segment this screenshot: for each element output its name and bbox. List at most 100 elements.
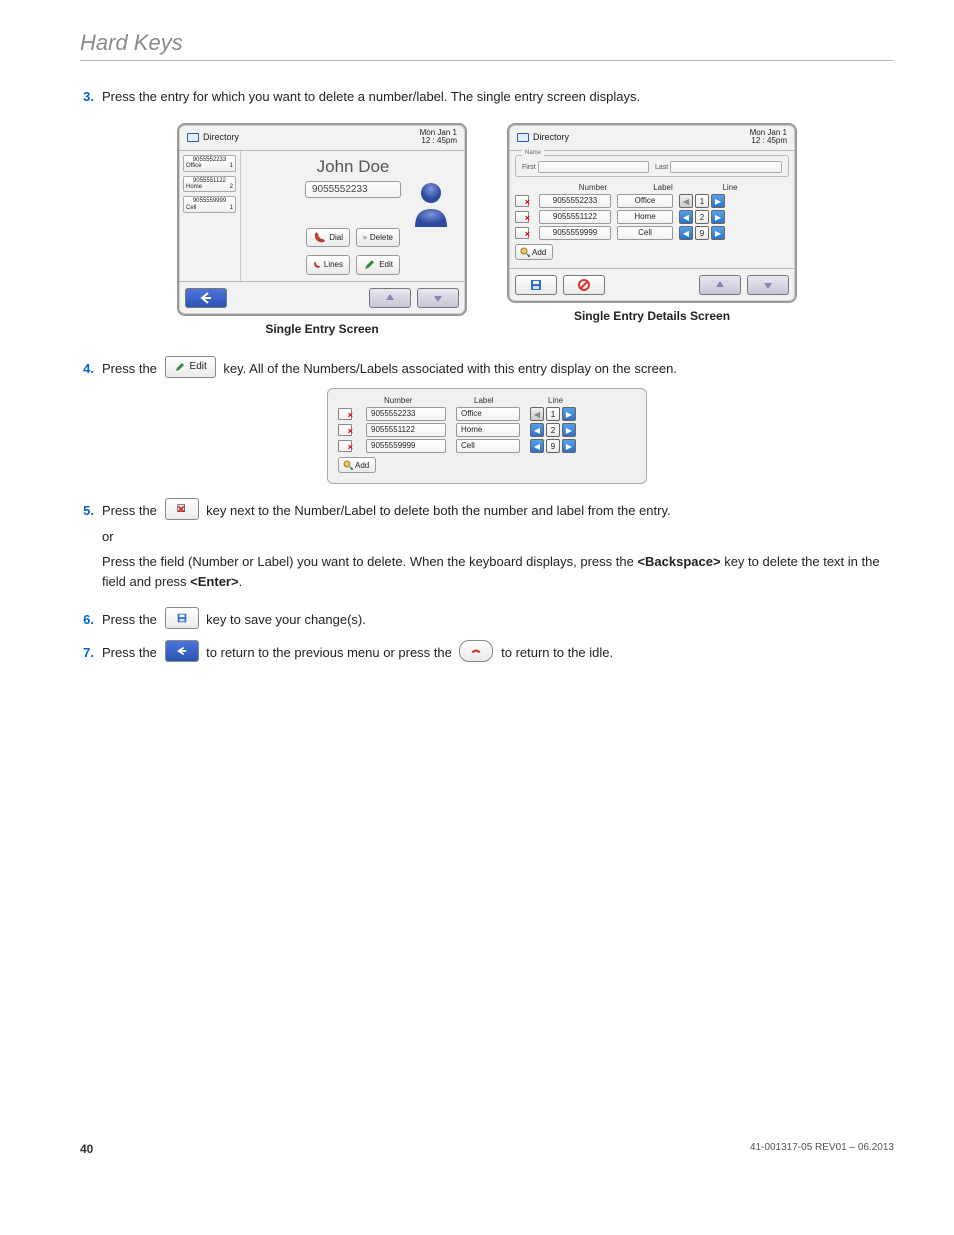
sidebar-entry[interactable]: 9055559999 Cell1 [183, 196, 236, 213]
number-field[interactable]: 9055551122 [539, 210, 611, 224]
step-4-num: 4. [80, 361, 94, 376]
back-key[interactable] [165, 640, 199, 662]
name-fieldset: Name First Last [515, 155, 789, 177]
up-button[interactable] [699, 275, 741, 295]
step-4-post: key. All of the Numbers/Labels associate… [223, 361, 677, 376]
delete-row-icon[interactable]: × [515, 227, 529, 239]
number-field[interactable]: 9055551122 [366, 423, 446, 437]
step-3: 3. Press the entry for which you want to… [80, 87, 894, 107]
col-label: Label [474, 396, 538, 405]
caption-left: Single Entry Screen [177, 322, 467, 336]
sidebar-entry[interactable]: 9055552233 Office1 [183, 155, 236, 172]
number-field[interactable]: 9055559999 [366, 439, 446, 453]
delete-row-icon[interactable]: × [338, 408, 352, 420]
header-time: 12 : 45pm [750, 137, 787, 146]
delete-row-icon[interactable]: × [338, 424, 352, 436]
back-button[interactable] [185, 288, 227, 308]
add-button[interactable]: Add [515, 244, 553, 260]
step-5-num: 5. [80, 503, 94, 518]
number-field[interactable]: 9055552233 [366, 407, 446, 421]
header-title: Directory [203, 132, 239, 142]
page-number: 40 [80, 1142, 93, 1156]
cancel-button[interactable] [563, 275, 605, 295]
step-4: 4. Press the Edit key. All of the Number… [80, 356, 894, 379]
entry-sidebar: 9055552233 Office1 9055551122 Home2 9055… [179, 151, 241, 280]
line-next-button[interactable]: ▶ [562, 439, 576, 453]
line-prev-button[interactable]: ◀ [679, 226, 693, 240]
line-next-button[interactable]: ▶ [711, 194, 725, 208]
line-prev-button[interactable]: ◀ [679, 194, 693, 208]
step-5: 5. Press the key next to the Number/Labe… [80, 498, 894, 597]
step-3-text: Press the entry for which you want to de… [102, 87, 894, 107]
details-panel: Number Label Line × 9055552233 Office ◀ … [327, 388, 647, 484]
delete-row-icon[interactable]: × [515, 195, 529, 207]
line-prev-button[interactable]: ◀ [530, 407, 544, 421]
avatar-icon [409, 179, 453, 227]
step-4-pre: Press the [102, 361, 157, 376]
step-7: 7. Press the to return to the previous m… [80, 640, 894, 663]
up-button[interactable] [369, 288, 411, 308]
doc-reference: 41-001317-05 REV01 – 06.2013 [750, 1142, 894, 1156]
first-input[interactable] [538, 161, 649, 173]
page-title: Hard Keys [80, 30, 894, 61]
number-field[interactable]: 9055559999 [539, 226, 611, 240]
number-field[interactable]: 9055552233 [539, 194, 611, 208]
line-prev-button[interactable]: ◀ [679, 210, 693, 224]
label-field[interactable]: Office [456, 407, 520, 421]
col-line: Line [548, 396, 618, 405]
contact-name: John Doe [247, 157, 459, 177]
edit-key[interactable]: Edit [165, 356, 216, 378]
detail-row: × 9055559999 Cell ◀ 9 ▶ [515, 225, 789, 241]
down-button[interactable] [417, 288, 459, 308]
detail-row: × 9055559999 Cell ◀ 9 ▶ [338, 438, 636, 454]
delete-row-icon[interactable]: × [338, 440, 352, 452]
line-value: 2 [695, 210, 709, 224]
delete-row-icon[interactable]: × [515, 211, 529, 223]
delete-row-key[interactable] [165, 498, 199, 520]
contact-number: 9055552233 [305, 181, 401, 198]
col-number: Number [384, 396, 464, 405]
line-next-button[interactable]: ▶ [711, 210, 725, 224]
add-button[interactable]: Add [338, 457, 376, 473]
line-next-button[interactable]: ▶ [562, 407, 576, 421]
step-6-num: 6. [80, 612, 94, 627]
line-value: 1 [546, 407, 560, 421]
label-field[interactable]: Office [617, 194, 673, 208]
last-input[interactable] [670, 161, 782, 173]
first-label: First [522, 164, 536, 171]
dial-button[interactable]: Dial [306, 228, 350, 247]
down-button[interactable] [747, 275, 789, 295]
line-next-button[interactable]: ▶ [711, 226, 725, 240]
single-entry-screen: Directory Mon Jan 1 12 : 45pm 9055552233… [177, 123, 467, 316]
label-field[interactable]: Cell [617, 226, 673, 240]
detail-row: × 9055552233 Office ◀ 1 ▶ [515, 193, 789, 209]
edit-button[interactable]: Edit [356, 255, 400, 274]
directory-icon [187, 133, 199, 142]
label-field[interactable]: Home [617, 210, 673, 224]
col-label: Label [635, 183, 691, 192]
detail-row: × 9055552233 Office ◀ 1 ▶ [338, 406, 636, 422]
label-field[interactable]: Home [456, 423, 520, 437]
backspace-key-text: <Backspace> [637, 554, 720, 569]
step-7-num: 7. [80, 645, 94, 660]
screens-row: Directory Mon Jan 1 12 : 45pm 9055552233… [80, 123, 894, 336]
last-label: Last [655, 164, 668, 171]
lines-button[interactable]: Lines [306, 255, 350, 274]
step-6: 6. Press the key to save your change(s). [80, 607, 894, 630]
page-footer: 40 41-001317-05 REV01 – 06.2013 [80, 1142, 894, 1156]
save-key[interactable] [165, 607, 199, 629]
detail-row: × 9055551122 Home ◀ 2 ▶ [338, 422, 636, 438]
save-button[interactable] [515, 275, 557, 295]
caption-right: Single Entry Details Screen [507, 309, 797, 323]
goodbye-key[interactable] [459, 640, 493, 662]
line-prev-button[interactable]: ◀ [530, 423, 544, 437]
delete-button[interactable]: Delete [356, 228, 400, 247]
header-time: 12 : 45pm [420, 137, 457, 146]
step-5-or: or [102, 527, 894, 547]
step-3-num: 3. [80, 89, 94, 104]
sidebar-entry[interactable]: 9055551122 Home2 [183, 176, 236, 193]
line-value: 2 [546, 423, 560, 437]
label-field[interactable]: Cell [456, 439, 520, 453]
line-prev-button[interactable]: ◀ [530, 439, 544, 453]
line-next-button[interactable]: ▶ [562, 423, 576, 437]
